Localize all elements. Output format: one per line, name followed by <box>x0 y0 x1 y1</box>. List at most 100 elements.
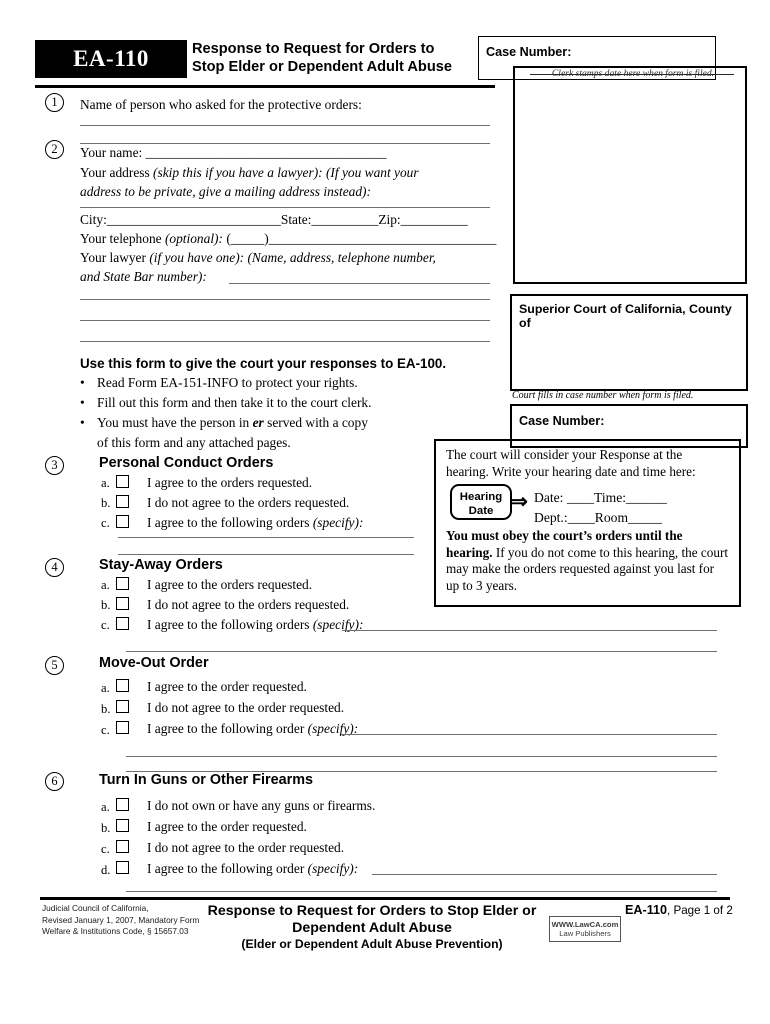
item1-write-line-1[interactable] <box>80 125 490 126</box>
item5-write-line-2[interactable] <box>126 756 717 757</box>
telephone-label: Your telephone <box>80 231 165 246</box>
item6-checkbox-d[interactable] <box>116 861 129 874</box>
hearing-time-field[interactable]: Time:______ <box>594 490 667 505</box>
item6-option-a-letter: a. <box>101 800 110 814</box>
item5-heading: Move-Out Order <box>99 655 209 671</box>
item3-write-line-1[interactable] <box>118 537 414 538</box>
item3-checkbox-a[interactable] <box>116 475 129 488</box>
address-write-line[interactable] <box>80 207 490 208</box>
item6-checkbox-c[interactable] <box>116 840 129 853</box>
your-address-instruction: Your address (skip this if you have a la… <box>80 163 495 182</box>
hearing-fields[interactable]: Date: ____Time:______ Dept.:____Room____… <box>534 488 667 528</box>
item6-option-d-specify: (specify): <box>307 861 359 876</box>
item4-heading: Stay-Away Orders <box>99 557 223 573</box>
item4-option-c-label: I agree to the following orders (specify… <box>147 615 363 634</box>
item6-write-line-1[interactable] <box>372 874 717 875</box>
item-number-2: 2 <box>45 140 64 159</box>
hearing-date-time-row[interactable]: Date: ____Time:______ <box>534 488 667 508</box>
your-name-field[interactable]: Your name: _____________________________… <box>80 143 387 162</box>
item5-option-b-letter: b. <box>101 702 111 716</box>
item6-write-line-2[interactable] <box>126 891 717 892</box>
instruction-bullet-4: of this form and any attached pages. <box>97 435 291 451</box>
lawyer-write-line-2[interactable] <box>80 299 490 300</box>
city-state-zip-field[interactable]: City:__________________________State:___… <box>80 210 468 229</box>
arrow-right-icon: ⇒ <box>511 491 528 513</box>
clerk-stamp-box <box>513 66 747 284</box>
item4-checkbox-b[interactable] <box>116 597 129 610</box>
item4-write-line-1[interactable] <box>342 630 717 631</box>
item3-write-line-2[interactable] <box>118 554 414 555</box>
item5-option-a-label: I agree to the order requested. <box>147 679 307 694</box>
hearing-dept-room-row[interactable]: Dept.:____Room_____ <box>534 508 667 528</box>
item3-checkbox-b[interactable] <box>116 495 129 508</box>
item4-write-line-2[interactable] <box>126 651 717 652</box>
item4-option-a-letter: a. <box>101 578 110 592</box>
footer-title-line2: Dependent Adult Abuse <box>292 920 452 936</box>
item4-option-b-label: I do not agree to the orders requested. <box>147 597 350 612</box>
telephone-blank: (_____)_________________________________… <box>226 231 497 246</box>
footer-page-number: , Page 1 of 2 <box>667 904 733 917</box>
instruction-bullet-3-post: served with a copy <box>263 415 368 430</box>
telephone-field[interactable]: Your telephone (optional): (_____)______… <box>80 229 496 248</box>
instruction-bullet-2-text: Fill out this form and then take it to t… <box>97 395 372 410</box>
item3-option-c-specify: (specify): <box>312 515 364 530</box>
your-address-label: Your address <box>80 165 154 180</box>
item6-option-b-label: I agree to the order requested. <box>147 819 307 834</box>
footer-page-info: EA-110, Page 1 of 2 <box>625 903 733 917</box>
instructions-heading: Use this form to give the court your res… <box>80 356 447 371</box>
item-number-3: 3 <box>45 456 64 475</box>
item4-option-a-label: I agree to the orders requested. <box>147 577 313 592</box>
item6-option-d-letter: d. <box>101 863 111 877</box>
instruction-bullet-3: • You must have the person in er served … <box>80 415 368 431</box>
item3-option-c-label: I agree to the following orders (specify… <box>147 513 363 532</box>
item6-option-c-label: I do not agree to the order requested. <box>147 840 345 855</box>
item6-checkbox-a[interactable] <box>116 798 129 811</box>
footer-form-code: EA-110 <box>625 903 668 917</box>
footer-title: Response to Request for Orders to Stop E… <box>186 903 558 937</box>
hearing-intro-line1: The court will consider your Response at… <box>446 447 683 462</box>
page-title: Response to Request for Orders to Stop E… <box>192 41 492 76</box>
header-divider <box>35 85 495 88</box>
item4-option-b-letter: b. <box>101 598 111 612</box>
lawyer-write-line-1[interactable] <box>229 283 490 284</box>
item3-checkbox-c[interactable] <box>116 515 129 528</box>
footer-council-line: Judicial Council of California, <box>42 903 149 913</box>
hearing-warning: You must obey the court’s orders until t… <box>446 528 730 594</box>
item-number-5: 5 <box>45 656 64 675</box>
hearing-dept-field[interactable]: Dept.:____ <box>534 510 595 525</box>
item5-option-c-label: I agree to the following order (specify)… <box>147 719 358 738</box>
item-number-6: 6 <box>45 772 64 791</box>
lawyer-write-line-3[interactable] <box>80 320 490 321</box>
item5-write-line-1[interactable] <box>341 734 717 735</box>
item6-heading: Turn In Guns or Other Firearms <box>99 772 314 788</box>
footer-revised-line: Revised January 1, 2007, Mandatory Form <box>42 914 200 925</box>
clerk-stamp-strikethrough <box>530 74 734 75</box>
item5-checkbox-a[interactable] <box>116 679 129 692</box>
lawyer-write-line-4[interactable] <box>80 341 490 342</box>
instruction-bullet-4-text: of this form and any attached pages. <box>97 435 291 450</box>
item4-checkbox-c[interactable] <box>116 617 129 630</box>
item5-option-c-text: I agree to the following order <box>147 721 308 736</box>
instruction-bullet-3-pre: You must have the person in <box>97 415 253 430</box>
telephone-hint: (optional): <box>164 231 227 246</box>
item4-option-c-letter: c. <box>101 618 110 632</box>
form-code-label: EA-110 <box>73 46 149 71</box>
item4-checkbox-a[interactable] <box>116 577 129 590</box>
hearing-date-field[interactable]: Date: ____ <box>534 490 594 505</box>
item1-label: Name of person who asked for the protect… <box>80 97 362 112</box>
footer-code-line: Welfare & Institutions Code, § 15657.03 <box>42 926 189 936</box>
hearing-room-field[interactable]: Room_____ <box>595 510 662 525</box>
superior-court-box[interactable]: Superior Court of California, County of <box>510 294 748 391</box>
lawyer-label: Your lawyer <box>80 250 150 265</box>
item5-option-b-label: I do not agree to the order requested. <box>147 700 345 715</box>
item6-checkbox-b[interactable] <box>116 819 129 832</box>
form-page: EA-110 Response to Request for Orders to… <box>0 0 770 1024</box>
publisher-stamp: WWW.LawCA.com Law Publishers <box>549 916 621 942</box>
your-address-hint-2: address to be private, give a mailing ad… <box>80 184 371 199</box>
item5-checkbox-c[interactable] <box>116 721 129 734</box>
item5-checkbox-b[interactable] <box>116 700 129 713</box>
instruction-bullet-1: • Read Form EA-151-INFO to protect your … <box>80 375 358 391</box>
item3-option-b-label: I do not agree to the orders requested. <box>147 495 350 510</box>
item3-heading: Personal Conduct Orders <box>99 455 274 471</box>
court-fills-note: Court fills in case number when form is … <box>512 390 694 401</box>
